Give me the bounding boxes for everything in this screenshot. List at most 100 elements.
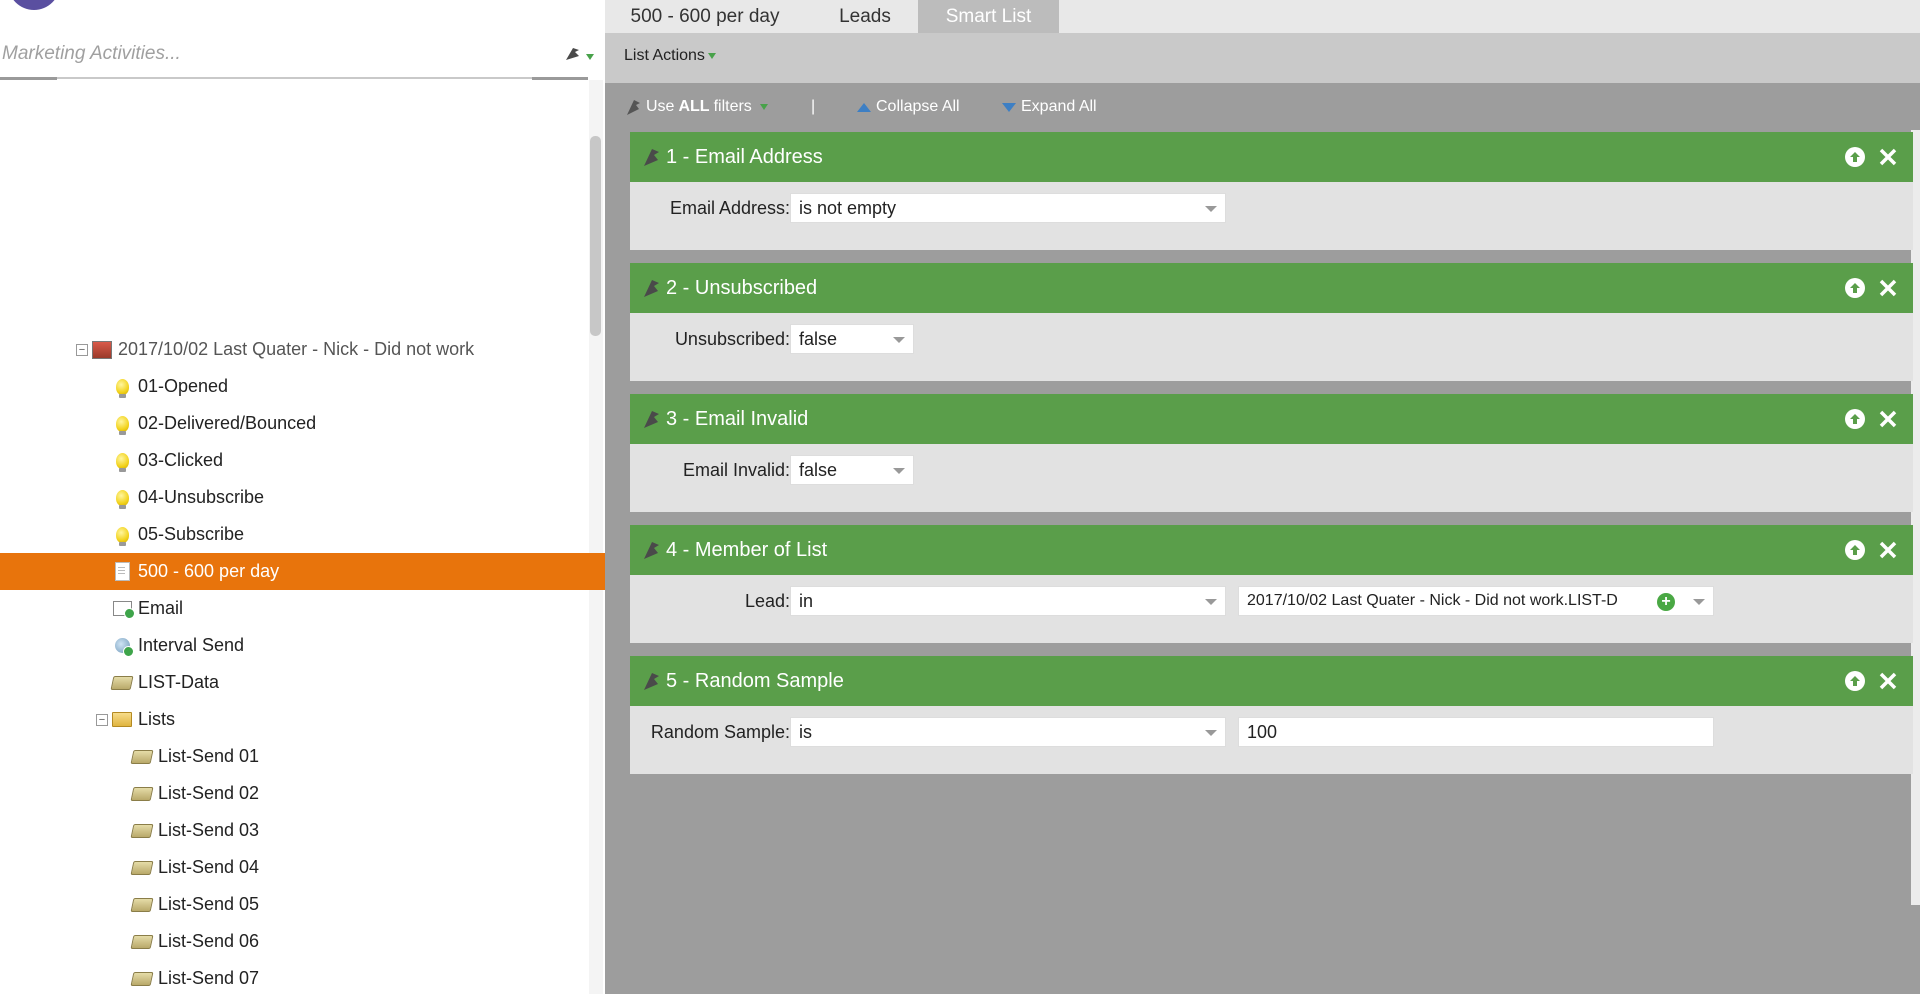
bulb-icon: [112, 488, 132, 509]
filter-card: 3 - Email Invalid Email Invalid: false: [630, 394, 1913, 512]
bulb-icon: [112, 377, 132, 398]
email-icon: [112, 599, 135, 619]
filter-header[interactable]: 5 - Random Sample: [630, 656, 1913, 706]
tree-item-label: 04-Unsubscribe: [138, 487, 265, 507]
tree-item[interactable]: 05-Subscribe: [0, 516, 605, 553]
tab-program[interactable]: 500 - 600 per day: [605, 0, 805, 33]
search-bar: [0, 30, 605, 78]
filter-card: 2 - Unsubscribed Unsubscribed: false: [630, 263, 1913, 381]
expand-all-label: Expand All: [1021, 98, 1097, 115]
chevron-down-icon: [1693, 599, 1705, 605]
filter-title: 1 - Email Address: [666, 145, 823, 168]
chevron-down-icon: [1205, 730, 1217, 736]
tree-list-item[interactable]: List-Send 04: [0, 849, 605, 886]
remove-filter-icon[interactable]: [1877, 146, 1899, 168]
sample-value-input[interactable]: 100: [1238, 717, 1714, 747]
collapse-icon[interactable]: −: [96, 713, 108, 726]
search-divider: [0, 77, 588, 80]
dropdown-arrow-icon: [707, 53, 716, 59]
program-icon: [92, 340, 112, 360]
tree-item[interactable]: Interval Send: [0, 627, 605, 664]
tree-scrollbar[interactable]: [590, 136, 601, 336]
tree-item[interactable]: 04-Unsubscribe: [0, 479, 605, 516]
tree-item[interactable]: LIST-Data: [0, 664, 605, 701]
search-filter-icon[interactable]: [562, 44, 598, 66]
list-actions-menu[interactable]: List Actions: [624, 47, 716, 65]
expand-all-button[interactable]: Expand All: [1002, 98, 1097, 116]
tree-list-item[interactable]: List-Send 07: [0, 960, 605, 994]
tree-item-label: List-Send 07: [158, 968, 260, 988]
filter-label: Email Invalid:: [682, 460, 790, 480]
operator-value: in: [799, 590, 814, 611]
tree-item-label: 01-Opened: [138, 376, 229, 396]
list-icon: [130, 784, 154, 804]
list-value-select[interactable]: 2017/10/02 Last Quater - Nick - Did not …: [1238, 586, 1714, 616]
list-icon: [110, 673, 134, 693]
tree-item[interactable]: 02-Delivered/Bounced: [0, 405, 605, 442]
smart-list-icon: [112, 562, 132, 582]
filter-card: 5 - Random Sample Random Sample: is 100: [630, 656, 1913, 774]
filter-label: Email Address:: [669, 198, 790, 218]
tree-item-label: List-Send 06: [158, 931, 260, 951]
bulb-icon: [112, 414, 132, 435]
filter-title: 4 - Member of List: [666, 538, 828, 561]
filter-header[interactable]: 3 - Email Invalid: [630, 394, 1913, 444]
list-icon: [130, 895, 154, 915]
filter-header[interactable]: 4 - Member of List: [630, 525, 1913, 575]
filter-header[interactable]: 2 - Unsubscribed: [630, 263, 1913, 313]
tree-item-selected[interactable]: 500 - 600 per day: [0, 553, 605, 590]
list-value: 2017/10/02 Last Quater - Nick - Did not …: [1247, 592, 1618, 609]
remove-filter-icon[interactable]: [1877, 670, 1899, 692]
tree-item-label: List-Send 02: [158, 783, 260, 803]
use-all-filters-menu[interactable]: Use ALL filters: [625, 98, 768, 116]
collapse-all-button[interactable]: Collapse All: [857, 98, 960, 116]
operator-select[interactable]: false: [790, 455, 914, 485]
tree-item[interactable]: 03-Clicked: [0, 442, 605, 479]
filter-icon: [644, 280, 659, 297]
move-up-icon[interactable]: [1845, 278, 1865, 298]
tree-item[interactable]: Email: [0, 590, 605, 627]
tree-item-label: Email: [138, 598, 184, 618]
operator-select[interactable]: is not empty: [790, 193, 1226, 223]
bulb-icon: [112, 525, 132, 546]
tree-list-item[interactable]: List-Send 05: [0, 886, 605, 923]
tree-item-label: 05-Subscribe: [138, 524, 245, 544]
filter-card: 4 - Member of List Lead: in 2017/10/02 L…: [630, 525, 1913, 643]
move-up-icon[interactable]: [1845, 671, 1865, 691]
add-icon[interactable]: +: [1657, 593, 1675, 611]
operator-select[interactable]: is: [790, 717, 1226, 747]
move-up-icon[interactable]: [1845, 409, 1865, 429]
collapse-icon: [857, 102, 871, 112]
remove-filter-icon[interactable]: [1877, 539, 1899, 561]
campaign-icon: [112, 636, 134, 657]
tree-program[interactable]: − 2017/10/02 Last Quater - Nick - Did no…: [0, 331, 605, 368]
move-up-icon[interactable]: [1845, 147, 1865, 167]
tree-list-item[interactable]: List-Send 01: [0, 738, 605, 775]
dropdown-arrow-icon: [759, 104, 768, 110]
collapse-icon[interactable]: −: [76, 343, 88, 356]
operator-select[interactable]: in: [790, 586, 1226, 616]
search-input[interactable]: [0, 38, 544, 70]
tab-bar: 500 - 600 per day Leads Smart List: [605, 0, 1920, 33]
tree-folder[interactable]: − Lists: [0, 701, 605, 738]
tab-leads[interactable]: Leads: [815, 0, 915, 33]
tree-list-item[interactable]: List-Send 03: [0, 812, 605, 849]
list-icon: [130, 858, 154, 878]
tree-list-item[interactable]: List-Send 02: [0, 775, 605, 812]
tree-list-item[interactable]: List-Send 06: [0, 923, 605, 960]
tree-item-label: LIST-Data: [138, 672, 220, 692]
tree-item-label: List-Send 03: [158, 820, 260, 840]
filter-header[interactable]: 1 - Email Address: [630, 132, 1913, 182]
tree-item-label: List-Send 04: [158, 857, 260, 877]
tree-item[interactable]: 01-Opened: [0, 368, 605, 405]
remove-filter-icon[interactable]: [1877, 277, 1899, 299]
list-icon: [130, 747, 154, 767]
remove-filter-icon[interactable]: [1877, 408, 1899, 430]
filter-label: Lead:: [744, 591, 790, 611]
operator-select[interactable]: false: [790, 324, 914, 354]
tab-smart-list[interactable]: Smart List: [918, 0, 1059, 33]
move-up-icon[interactable]: [1845, 540, 1865, 560]
operator-value: false: [799, 328, 838, 349]
chevron-down-icon: [1205, 206, 1217, 212]
tree-program-label: 2017/10/02 Last Quater - Nick - Did not …: [118, 339, 475, 359]
